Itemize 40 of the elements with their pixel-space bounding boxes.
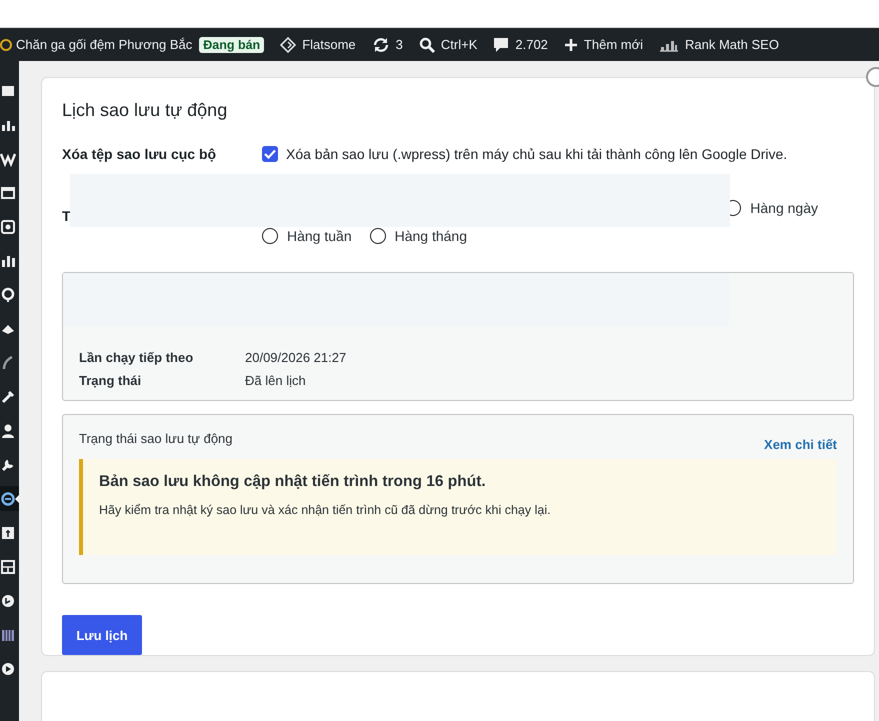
menu-icon xyxy=(0,490,16,506)
summary-label: Lần chạy tiếp theo xyxy=(79,350,194,365)
menu-icon xyxy=(0,422,16,438)
refresh-icon xyxy=(372,36,390,52)
new-link[interactable]: Thêm mới xyxy=(564,37,644,52)
site-name-link[interactable]: Chăn ga gối đệm Phương Bắc xyxy=(16,37,192,52)
menu-icon xyxy=(0,388,16,404)
radio-option[interactable]: Hàng tuần xyxy=(262,228,352,244)
notice-title: Bản sao lưu không cập nhật tiến trình trong 16 phút. xyxy=(99,473,487,491)
comments-link[interactable]: 2.702 xyxy=(493,36,548,52)
radio-option[interactable]: Hàng tháng xyxy=(370,228,468,244)
status-title: Trạng thái sao lưu tự động xyxy=(79,431,233,446)
seo-link[interactable]: Rank Math SEO xyxy=(659,37,779,52)
summary-value: Đã lên lịch xyxy=(245,373,306,388)
checkbox[interactable] xyxy=(262,146,278,162)
details-link[interactable]: Xem chi tiết xyxy=(764,437,837,452)
section-title: Lịch sao lưu tự động xyxy=(62,100,228,121)
menu-icon xyxy=(0,150,16,166)
summary-label: Trạng thái xyxy=(79,373,142,388)
search-link[interactable]: Ctrl+K xyxy=(418,36,478,52)
field-label: T xyxy=(62,207,72,226)
checkbox-label: Xóa bản sao lưu (.wpress) trên máy chủ sau khi tải thành công lên Google Drive. xyxy=(286,146,788,162)
theme-link[interactable]: Flatsome xyxy=(280,36,356,52)
menu-icon xyxy=(0,456,16,472)
menu-icon xyxy=(0,558,16,574)
menu-icon xyxy=(0,286,16,302)
diamond-icon xyxy=(280,36,296,52)
menu-icon xyxy=(0,184,16,200)
field-label: Xóa tệp sao lưu cục bộ xyxy=(62,146,218,162)
plus-icon xyxy=(564,38,578,52)
search-icon xyxy=(418,36,435,52)
sidebar-item[interactable] xyxy=(0,486,19,511)
status-badge: Đang bán xyxy=(199,36,264,52)
notice-text: Hãy kiểm tra nhật ký sao lưu và xác nhận tiến trình cũ đã dừng trước khi chạy lại. xyxy=(99,503,552,517)
updates-link[interactable]: 3 xyxy=(372,36,403,52)
menu-icon xyxy=(0,218,16,234)
checkmark-icon xyxy=(264,149,276,159)
comment-icon xyxy=(493,36,510,52)
save-button[interactable]: Lưu lịch xyxy=(62,615,142,655)
summary-value: 20/09/2026 21:27 xyxy=(245,350,346,365)
